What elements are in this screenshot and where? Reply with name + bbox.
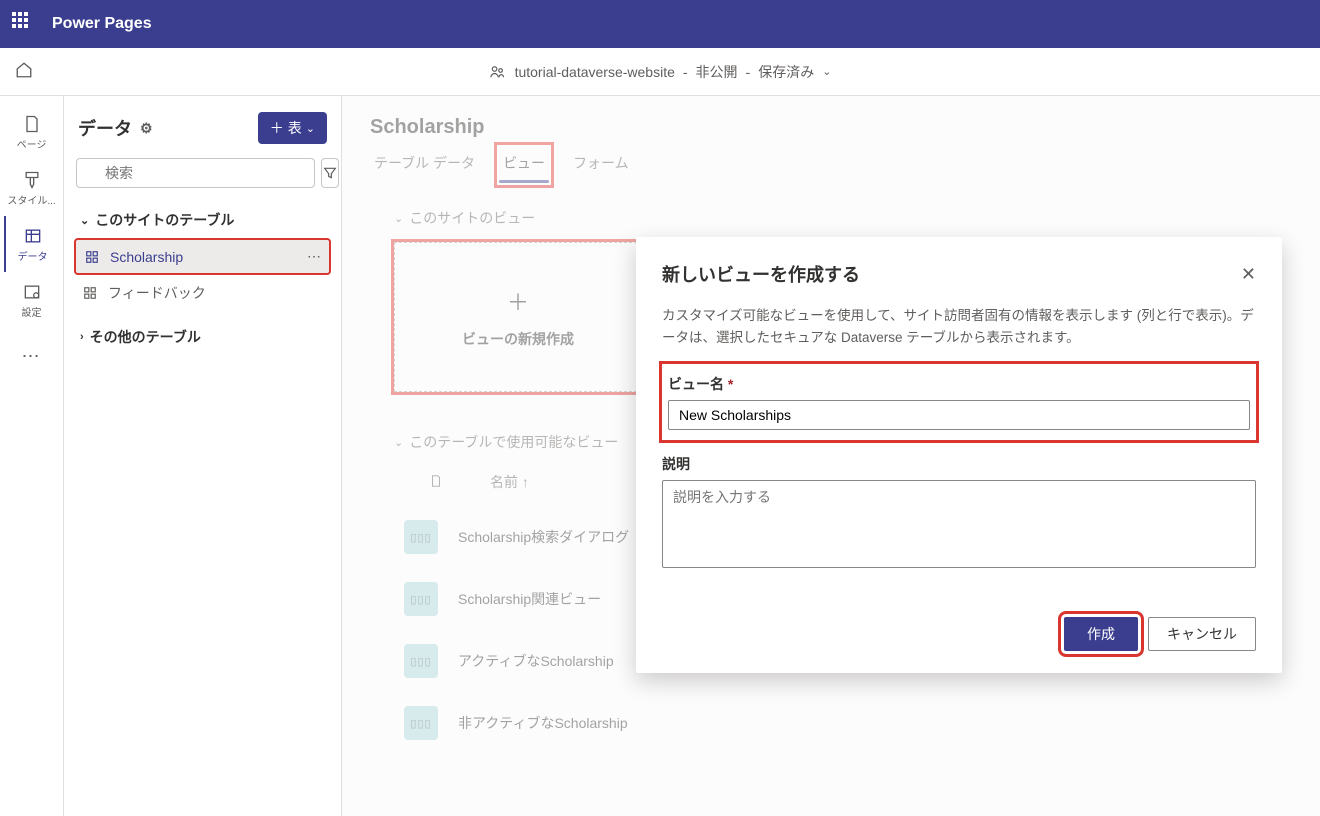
view-badge-icon: ▯▯▯: [404, 520, 438, 554]
filter-button[interactable]: [321, 158, 339, 188]
secondary-bar: tutorial-dataverse-website - 非公開 - 保存済み …: [0, 48, 1320, 96]
view-name: Scholarship関連ビュー: [458, 589, 601, 609]
close-icon[interactable]: ✕: [1241, 264, 1256, 285]
filter-icon: [322, 165, 338, 181]
sidebar-title: データ ⚙: [78, 115, 153, 141]
view-name-input[interactable]: [668, 400, 1250, 430]
create-view-dialog: 新しいビューを作成する ✕ カスタマイズ可能なビューを使用して、サイト訪問者固有…: [636, 237, 1282, 673]
plus-icon: ＋: [270, 118, 284, 138]
home-button[interactable]: [0, 61, 48, 82]
chevron-right-icon: ›: [80, 331, 84, 343]
table-item-label: フィードバック: [108, 283, 206, 303]
grid-icon: [84, 250, 100, 264]
ellipsis-icon[interactable]: ⋯: [307, 248, 321, 265]
document-icon: [424, 473, 448, 492]
chevron-down-icon: ⌄: [394, 212, 403, 225]
description-label: 説明: [662, 454, 1256, 474]
setup-icon: [22, 282, 42, 302]
list-item[interactable]: ▯▯▯ 非アクティブなScholarship: [394, 692, 1292, 754]
create-button[interactable]: 作成: [1064, 617, 1138, 651]
view-badge-icon: ▯▯▯: [404, 582, 438, 616]
data-sidebar: データ ⚙ ＋ 表 ⌄ 🔍 ⌄ このサイトのテーブル: [64, 96, 342, 816]
ellipsis-icon: ⋯: [22, 346, 42, 366]
site-name: tutorial-dataverse-website: [515, 64, 675, 80]
grid-icon: [82, 286, 98, 300]
nav-rail: ページ スタイル... データ 設定 ⋯: [0, 96, 64, 816]
col-name[interactable]: 名前 ↑: [490, 472, 529, 492]
view-name: Scholarship検索ダイアログ: [458, 527, 629, 547]
description-field-group: 説明: [662, 448, 1256, 571]
brush-icon: [22, 170, 42, 190]
table-item-scholarship[interactable]: Scholarship ⋯: [74, 238, 331, 275]
site-selector[interactable]: tutorial-dataverse-website - 非公開 - 保存済み …: [489, 62, 832, 82]
new-table-button[interactable]: ＋ 表 ⌄: [258, 112, 327, 144]
chevron-down-icon: ⌄: [80, 214, 89, 227]
required-indicator: *: [728, 376, 733, 392]
cancel-button[interactable]: キャンセル: [1148, 617, 1256, 651]
rail-style[interactable]: スタイル...: [4, 160, 60, 216]
rail-pages[interactable]: ページ: [4, 104, 60, 160]
view-badge-icon: ▯▯▯: [404, 706, 438, 740]
table-item-label: Scholarship: [110, 249, 183, 265]
chevron-down-icon: ⌄: [306, 122, 315, 135]
rail-more[interactable]: ⋯: [4, 328, 60, 384]
group-other-tables[interactable]: › その他のテーブル: [74, 319, 331, 355]
tab-forms[interactable]: フォーム: [569, 147, 633, 183]
app-header: Power Pages: [0, 0, 1320, 48]
page-icon: [22, 114, 42, 134]
table-icon: [23, 226, 43, 246]
rail-data[interactable]: データ: [4, 216, 60, 272]
site-views-header[interactable]: ⌄ このサイトのビュー: [394, 208, 1292, 228]
chevron-down-icon: ⌄: [822, 65, 831, 78]
chevron-down-icon: ⌄: [394, 436, 403, 449]
description-input[interactable]: [662, 480, 1256, 568]
view-badge-icon: ▯▯▯: [404, 644, 438, 678]
view-name-field-group: ビュー名 *: [662, 364, 1256, 440]
site-saved: 保存済み: [758, 62, 814, 82]
app-launcher-icon[interactable]: [12, 12, 36, 36]
group-site-tables[interactable]: ⌄ このサイトのテーブル: [74, 202, 331, 238]
sort-arrow-icon: ↑: [522, 474, 529, 490]
tabs: テーブル データ ビュー フォーム: [370, 147, 1292, 184]
rail-setup[interactable]: 設定: [4, 272, 60, 328]
create-view-card[interactable]: ＋ ビューの新規作成: [394, 242, 642, 392]
tab-table-data[interactable]: テーブル データ: [370, 147, 479, 183]
search-input[interactable]: [76, 158, 315, 188]
gear-icon[interactable]: ⚙: [140, 120, 153, 137]
app-title: Power Pages: [52, 15, 152, 33]
view-name: アクティブなScholarship: [458, 651, 614, 671]
view-name: 非アクティブなScholarship: [458, 713, 628, 733]
tab-views[interactable]: ビュー: [499, 147, 549, 183]
dialog-title: 新しいビューを作成する: [662, 261, 860, 287]
table-item-feedback[interactable]: フィードバック: [74, 275, 331, 311]
dialog-description: カスタマイズ可能なビューを使用して、サイト訪問者固有の情報を表示します (列と行…: [662, 305, 1256, 348]
page-title: Scholarship: [370, 116, 1292, 139]
view-name-label: ビュー名 *: [668, 374, 1250, 394]
site-status: 非公開: [696, 62, 738, 82]
plus-icon: ＋: [507, 285, 529, 317]
people-icon: [489, 63, 507, 81]
